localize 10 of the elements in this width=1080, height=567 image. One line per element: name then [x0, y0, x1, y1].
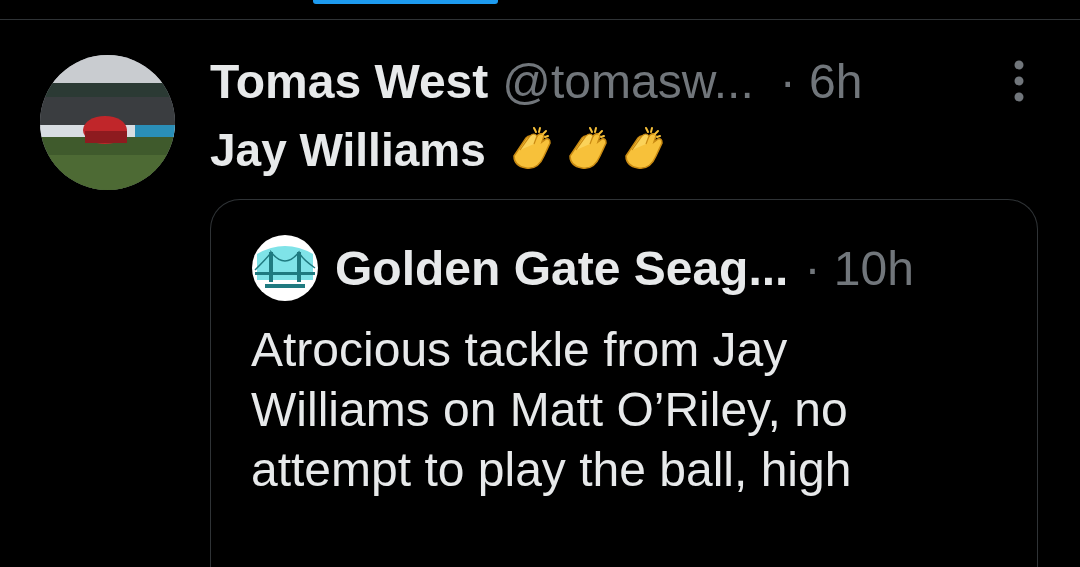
more-icon[interactable] [1014, 60, 1024, 102]
quoted-post-time: · 10h [804, 240, 914, 296]
quoted-author-name[interactable]: Golden Gate Seag... [335, 240, 789, 296]
post-time: · 6h [779, 53, 863, 109]
quote-card[interactable]: Golden Gate Seag... · 10h Atrocious tackle from Jay Williams on Matt O’Riley, no attempt to play the ball, high [210, 199, 1038, 567]
tweet-text: Jay Williams [210, 123, 486, 177]
author-handle[interactable]: @tomasw... [502, 53, 754, 109]
author-name[interactable]: Tomas West [210, 53, 489, 109]
bridge-logo-icon [251, 234, 319, 302]
quoted-tweet-text: Atrocious tackle from Jay Williams on Matt O’Riley, no attempt to play the ball, high [251, 322, 853, 498]
